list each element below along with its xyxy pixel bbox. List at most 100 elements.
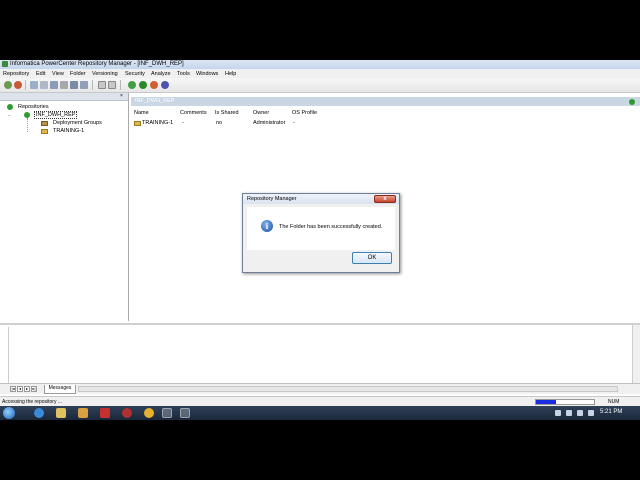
ok-button[interactable]: OK — [352, 252, 392, 264]
menu-repository[interactable]: Repository — [3, 71, 29, 77]
media-icon[interactable] — [78, 408, 88, 418]
repo-status-icon — [629, 99, 635, 105]
taskbar-clock[interactable]: 5:21 PM — [600, 409, 622, 415]
toolbar-separator — [120, 80, 121, 90]
tree-root-label[interactable]: Repositories — [18, 104, 49, 110]
designer-icon[interactable] — [128, 81, 136, 89]
paste-icon[interactable] — [50, 81, 58, 89]
taskbar: 5:21 PM — [0, 406, 640, 420]
tray-arrow-icon[interactable] — [555, 410, 561, 416]
output-tab-strip: |◂ ◂ ▸ ▸| Messages — [0, 383, 640, 394]
main-pane-title: INF_DWH_REP — [135, 98, 175, 104]
dialog-title: Repository Manager — [247, 196, 297, 202]
output-toggle-icon[interactable] — [108, 81, 116, 89]
window-title-bar: Informatica PowerCenter Repository Manag… — [0, 60, 640, 69]
workflow-manager-icon[interactable] — [139, 81, 147, 89]
maximize-button[interactable] — [610, 60, 624, 68]
connect-icon[interactable] — [4, 81, 12, 89]
cell-name: TRAINING-1 — [142, 120, 174, 126]
desktop-screen: Informatica PowerCenter Repository Manag… — [0, 60, 640, 420]
dialog-message: The Folder has been successfully created… — [279, 224, 383, 230]
cell-os-profile: - — [293, 120, 295, 126]
tree-repo-label[interactable]: INF_DWH_REP — [34, 111, 78, 119]
toolbar-separator — [25, 80, 26, 90]
tree-line — [27, 118, 29, 132]
copy-icon[interactable] — [40, 81, 48, 89]
tree-item-training-1[interactable]: TRAINING-1 — [53, 128, 84, 134]
num-lock-indicator: NUM — [608, 399, 620, 405]
taskbar-app-repository-manager[interactable] — [162, 408, 172, 418]
folder-icon — [41, 129, 48, 134]
folder-icon — [134, 121, 141, 126]
menu-tools[interactable]: Tools — [177, 71, 190, 77]
start-button[interactable] — [3, 407, 15, 419]
progress-fill — [536, 400, 557, 404]
app-icon — [2, 61, 8, 67]
menu-windows[interactable]: Windows — [196, 71, 218, 77]
menu-edit[interactable]: Edit — [36, 71, 45, 77]
menu-analyze[interactable]: Analyze — [151, 71, 171, 77]
chrome-browser-icon[interactable] — [144, 408, 154, 418]
column-header-owner[interactable]: Owner — [253, 110, 269, 116]
info-icon: i — [261, 220, 273, 232]
column-header-shared[interactable]: Is Shared — [215, 110, 239, 116]
cell-shared: no — [216, 120, 223, 126]
ie-browser-icon[interactable] — [34, 408, 44, 418]
main-pane-header: INF_DWH_REP — [131, 97, 640, 106]
workflow-monitor-icon[interactable] — [150, 81, 158, 89]
output-vertical-scrollbar[interactable] — [632, 325, 640, 383]
dialog-body: i The Folder has been successfully creat… — [247, 207, 395, 250]
output-horizontal-scrollbar[interactable] — [78, 386, 618, 392]
table-row[interactable]: TRAINING-1 - no Administrator - — [131, 119, 391, 127]
repositories-icon — [7, 104, 13, 110]
first-tab-arrow-icon[interactable]: |◂ — [10, 386, 16, 392]
dialog-title-bar: Repository Manager x — [243, 194, 399, 204]
column-header-os-profile[interactable]: OS Profile — [292, 110, 317, 116]
pdf-reader-icon[interactable] — [100, 408, 110, 418]
dialog-close-button[interactable]: x — [374, 195, 396, 203]
cut-icon[interactable] — [30, 81, 38, 89]
mouse-cursor-icon — [292, 232, 298, 239]
tab-messages[interactable]: Messages — [44, 385, 76, 394]
volume-icon[interactable] — [577, 410, 583, 416]
next-tab-arrow-icon[interactable]: ▸ — [24, 386, 30, 392]
deployment-groups-icon — [41, 121, 48, 126]
toolbar — [0, 78, 640, 93]
action-center-icon[interactable] — [588, 410, 594, 416]
network-icon[interactable] — [566, 410, 572, 416]
column-header-name[interactable]: Name — [134, 110, 149, 116]
status-text: Accessing the repository ... — [2, 399, 63, 405]
minimize-button[interactable] — [596, 60, 610, 68]
column-header-comments[interactable]: Comments — [180, 110, 207, 116]
cell-owner: Administrator — [253, 120, 286, 126]
disconnect-icon[interactable] — [14, 81, 22, 89]
properties-icon[interactable] — [80, 81, 88, 89]
output-gutter — [0, 327, 9, 383]
toolbar-separator — [92, 80, 93, 90]
navigator-toggle-icon[interactable] — [98, 81, 106, 89]
tree-item-deployment-groups[interactable]: Deployment Groups — [53, 120, 102, 126]
opera-browser-icon[interactable] — [122, 408, 132, 418]
menu-versioning[interactable]: Versioning — [92, 71, 118, 77]
menu-security[interactable]: Security — [125, 71, 145, 77]
close-window-button[interactable] — [624, 60, 638, 68]
window-title: Informatica PowerCenter Repository Manag… — [10, 61, 184, 67]
navigator-pane: × Repositories − INF_DWH_REP Deployment … — [0, 93, 129, 321]
menu-bar: Repository Edit View Folder Versioning S… — [0, 69, 640, 78]
cell-comments: - — [182, 120, 184, 126]
last-tab-arrow-icon[interactable]: ▸| — [31, 386, 37, 392]
prev-tab-arrow-icon[interactable]: ◂ — [17, 386, 23, 392]
menu-view[interactable]: View — [52, 71, 64, 77]
explorer-icon[interactable] — [56, 408, 66, 418]
taskbar-app-active[interactable] — [180, 408, 190, 418]
progress-bar — [535, 399, 595, 405]
delete-icon[interactable] — [60, 81, 68, 89]
menu-folder[interactable]: Folder — [70, 71, 86, 77]
navigator-header: × — [0, 93, 128, 101]
message-dialog: Repository Manager x i The Folder has be… — [242, 193, 400, 273]
search-icon[interactable] — [70, 81, 78, 89]
expand-toggle-icon[interactable]: − — [8, 113, 11, 119]
menu-help[interactable]: Help — [225, 71, 236, 77]
admin-console-icon[interactable] — [161, 81, 169, 89]
navigator-close-icon[interactable]: × — [120, 93, 123, 99]
